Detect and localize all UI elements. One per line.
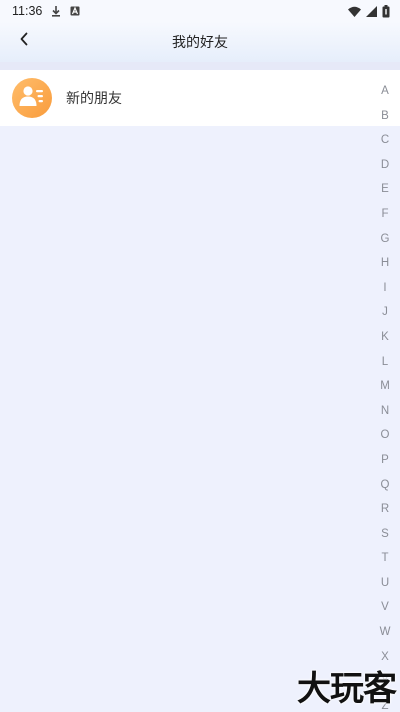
person-list-icon	[19, 85, 45, 111]
signal-icon	[366, 5, 377, 17]
a-box-icon	[70, 6, 80, 16]
index-letter-g[interactable]: G	[381, 227, 390, 252]
index-letter-d[interactable]: D	[381, 153, 389, 178]
index-letter-l[interactable]: L	[382, 350, 388, 375]
index-letter-b[interactable]: B	[381, 104, 389, 129]
index-letter-j[interactable]: J	[382, 300, 388, 325]
header: 我的好友	[0, 22, 400, 62]
new-friends-label: 新的朋友	[66, 91, 122, 107]
index-letter-k[interactable]: K	[381, 325, 389, 350]
index-letter-q[interactable]: Q	[381, 473, 390, 498]
chevron-left-icon	[19, 31, 29, 50]
battery-icon	[382, 4, 390, 18]
index-letter-a[interactable]: A	[381, 79, 389, 104]
index-letter-p[interactable]: P	[381, 448, 389, 473]
index-letter-r[interactable]: R	[381, 497, 389, 522]
index-letter-v[interactable]: V	[381, 595, 389, 620]
page-title: 我的好友	[172, 35, 228, 51]
index-letter-m[interactable]: M	[380, 374, 390, 399]
index-letter-s[interactable]: S	[381, 522, 389, 547]
status-bar: 11:36	[0, 0, 400, 22]
alphabet-index[interactable]: ABCDEFGHIJKLMNOPQRSTUVWXYZ	[377, 79, 393, 712]
status-right	[348, 4, 390, 18]
watermark-logo: 大玩客	[297, 669, 397, 709]
new-friends-item[interactable]: 新的朋友	[0, 70, 400, 126]
status-left: 11:36	[12, 4, 80, 18]
back-button[interactable]	[10, 26, 38, 54]
index-letter-h[interactable]: H	[381, 251, 389, 276]
status-time: 11:36	[12, 4, 43, 18]
new-friends-avatar	[12, 78, 52, 118]
index-letter-t[interactable]: T	[381, 546, 388, 571]
index-letter-n[interactable]: N	[381, 399, 389, 424]
download-icon	[51, 5, 61, 17]
index-letter-i[interactable]: I	[383, 276, 386, 301]
wifi-icon	[348, 6, 361, 17]
index-letter-e[interactable]: E	[381, 177, 389, 202]
index-letter-w[interactable]: W	[380, 620, 391, 645]
index-letter-f[interactable]: F	[381, 202, 388, 227]
index-letter-c[interactable]: C	[381, 128, 389, 153]
header-divider	[0, 62, 400, 70]
screen: 11:36 我的好友 新的朋友 A B C D E F G H I J K L …	[0, 0, 400, 712]
index-letter-u[interactable]: U	[381, 571, 389, 596]
index-letter-o[interactable]: O	[381, 423, 390, 448]
